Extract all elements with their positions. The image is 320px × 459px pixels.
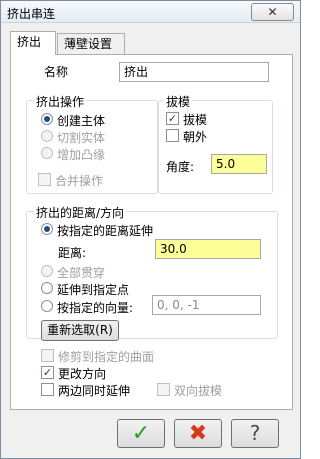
distance-label: 距离:	[58, 246, 87, 260]
vector-field[interactable]: 0, 0, -1	[152, 295, 261, 315]
both-sides-label: 两边同时延伸	[58, 384, 131, 398]
add-boss-label: 增加凸缘	[57, 148, 106, 162]
trim-to-surface-label: 修剪到指定的曲面	[58, 350, 155, 364]
help-button[interactable]: ?	[231, 419, 279, 448]
name-field[interactable]: 挤出	[119, 62, 269, 82]
create-body-label: 创建主体	[57, 114, 106, 128]
angle-field[interactable]: 5.0	[211, 154, 267, 174]
extrude-operation-title: 挤出操作	[34, 93, 87, 110]
ok-button[interactable]: ✓	[117, 419, 165, 448]
two-way-draft-checkbox[interactable]	[157, 383, 170, 396]
through-all-label: 全部贯穿	[57, 266, 106, 280]
add-boss-radio[interactable]	[41, 147, 53, 159]
merge-operation-checkbox[interactable]	[38, 173, 51, 186]
draft-label: 拔模	[183, 113, 208, 127]
close-icon: ✕	[267, 5, 278, 19]
reverse-direction-checkbox[interactable]: ✓	[41, 366, 54, 379]
angle-label: 角度:	[166, 160, 195, 174]
both-sides-checkbox[interactable]	[41, 383, 54, 396]
reselect-button[interactable]: 重新选取(R)	[41, 320, 119, 341]
by-distance-radio[interactable]	[41, 223, 53, 235]
close-button[interactable]: ✕	[251, 3, 294, 21]
by-vector-label: 按指定的向量:	[57, 301, 134, 315]
cut-body-label: 切割实体	[57, 131, 106, 145]
by-distance-label: 按指定的距离延伸	[57, 224, 154, 238]
draft-checkbox[interactable]: ✓	[166, 112, 179, 125]
check-icon: ✓	[131, 421, 151, 446]
window-title: 挤出串连	[7, 7, 56, 21]
name-label: 名称	[44, 65, 69, 79]
help-icon: ?	[249, 421, 261, 445]
tab-extrude[interactable]: 挤出	[10, 31, 56, 55]
cut-body-radio[interactable]	[41, 130, 53, 142]
create-body-radio[interactable]	[41, 113, 53, 125]
outward-label: 朝外	[183, 130, 208, 144]
by-vector-radio[interactable]	[41, 300, 53, 312]
through-all-radio[interactable]	[41, 265, 53, 277]
tab-thin-wall[interactable]: 薄壁设置	[57, 33, 125, 55]
to-point-radio[interactable]	[41, 282, 53, 294]
tab-panel: 名称 挤出 挤出操作 创建主体 切割实体 增加凸缘 合并操作 拔模 ✓ 拔模 朝…	[10, 54, 293, 410]
two-way-draft-label: 双向拔模	[174, 384, 223, 398]
merge-operation-label: 合并操作	[55, 174, 104, 188]
title-bar[interactable]: 挤出串连 ✕	[1, 1, 300, 23]
draft-group-title: 拔模	[164, 93, 193, 110]
outward-checkbox[interactable]	[166, 129, 179, 142]
trim-to-surface-checkbox[interactable]	[41, 349, 54, 362]
cancel-button[interactable]: ✖	[174, 419, 222, 448]
distance-direction-title: 挤出的距离/方向	[34, 204, 127, 221]
distance-field[interactable]: 30.0	[155, 239, 261, 259]
dialog-window: 挤出串连 ✕ 挤出 薄壁设置 名称 挤出 挤出操作 创建主体 切割实体 增加凸缘…	[0, 0, 301, 459]
reverse-direction-label: 更改方向	[58, 367, 107, 381]
to-point-label: 延伸到指定点	[57, 283, 130, 297]
x-icon: ✖	[188, 421, 208, 446]
